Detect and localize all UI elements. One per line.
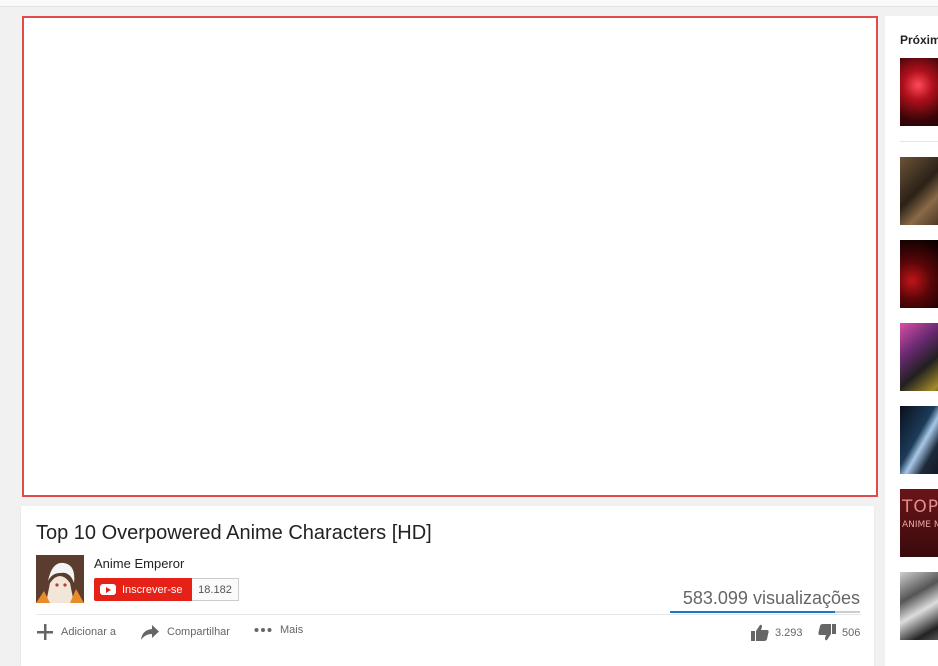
thumbs-down-icon (818, 624, 836, 641)
like-count: 3.293 (775, 626, 803, 639)
share-label: Compartilhar (167, 626, 230, 638)
divider (36, 614, 861, 615)
subscriber-count: 18.182 (192, 578, 239, 601)
related-thumbnail[interactable] (900, 240, 938, 308)
sidebar-divider (900, 141, 938, 142)
more-button[interactable]: Mais (254, 624, 303, 636)
channel-name[interactable]: Anime Emperor (94, 556, 184, 571)
related-thumbnail[interactable] (900, 406, 938, 474)
top-bar (0, 0, 938, 7)
video-info-card: Top 10 Overpowered Anime Characters [HD]… (21, 506, 874, 666)
up-next-title: Próximo (900, 33, 938, 47)
thumbs-up-icon (751, 624, 769, 641)
up-next-sidebar: Próximo TOP 1 ANIME MOME (885, 16, 938, 666)
more-dots-icon (254, 628, 272, 632)
dislike-button[interactable]: 506 (818, 624, 860, 641)
dislike-count: 506 (842, 626, 861, 639)
channel-avatar[interactable] (36, 555, 84, 603)
add-to-label: Adicionar a (61, 626, 117, 638)
youtube-logo-icon (100, 584, 116, 595)
subscribe-button[interactable]: Inscrever-se (94, 578, 192, 601)
related-thumbnail[interactable] (900, 157, 938, 225)
like-button[interactable]: 3.293 (751, 624, 803, 641)
related-thumbnail[interactable] (900, 323, 938, 391)
video-player[interactable] (22, 16, 878, 497)
add-to-button[interactable]: Adicionar a (37, 624, 116, 640)
subscribe-label: Inscrever-se (122, 583, 183, 596)
plus-icon (37, 624, 53, 640)
related-thumbnail[interactable]: TOP 1 ANIME MOME (900, 489, 938, 557)
thumbnail-text: TOP 1 (902, 497, 938, 517)
view-count: 583.099 visualizações (682, 588, 860, 608)
like-ratio-fill (670, 611, 835, 613)
share-button[interactable]: Compartilhar (141, 624, 230, 640)
up-next-thumbnail[interactable] (900, 58, 938, 126)
thumbnail-subtext: ANIME MOME (902, 520, 938, 530)
more-label: Mais (280, 624, 304, 636)
share-arrow-icon (141, 625, 159, 640)
video-title: Top 10 Overpowered Anime Characters [HD] (36, 522, 432, 544)
like-ratio-bar (670, 611, 860, 613)
related-thumbnail[interactable] (900, 572, 938, 640)
